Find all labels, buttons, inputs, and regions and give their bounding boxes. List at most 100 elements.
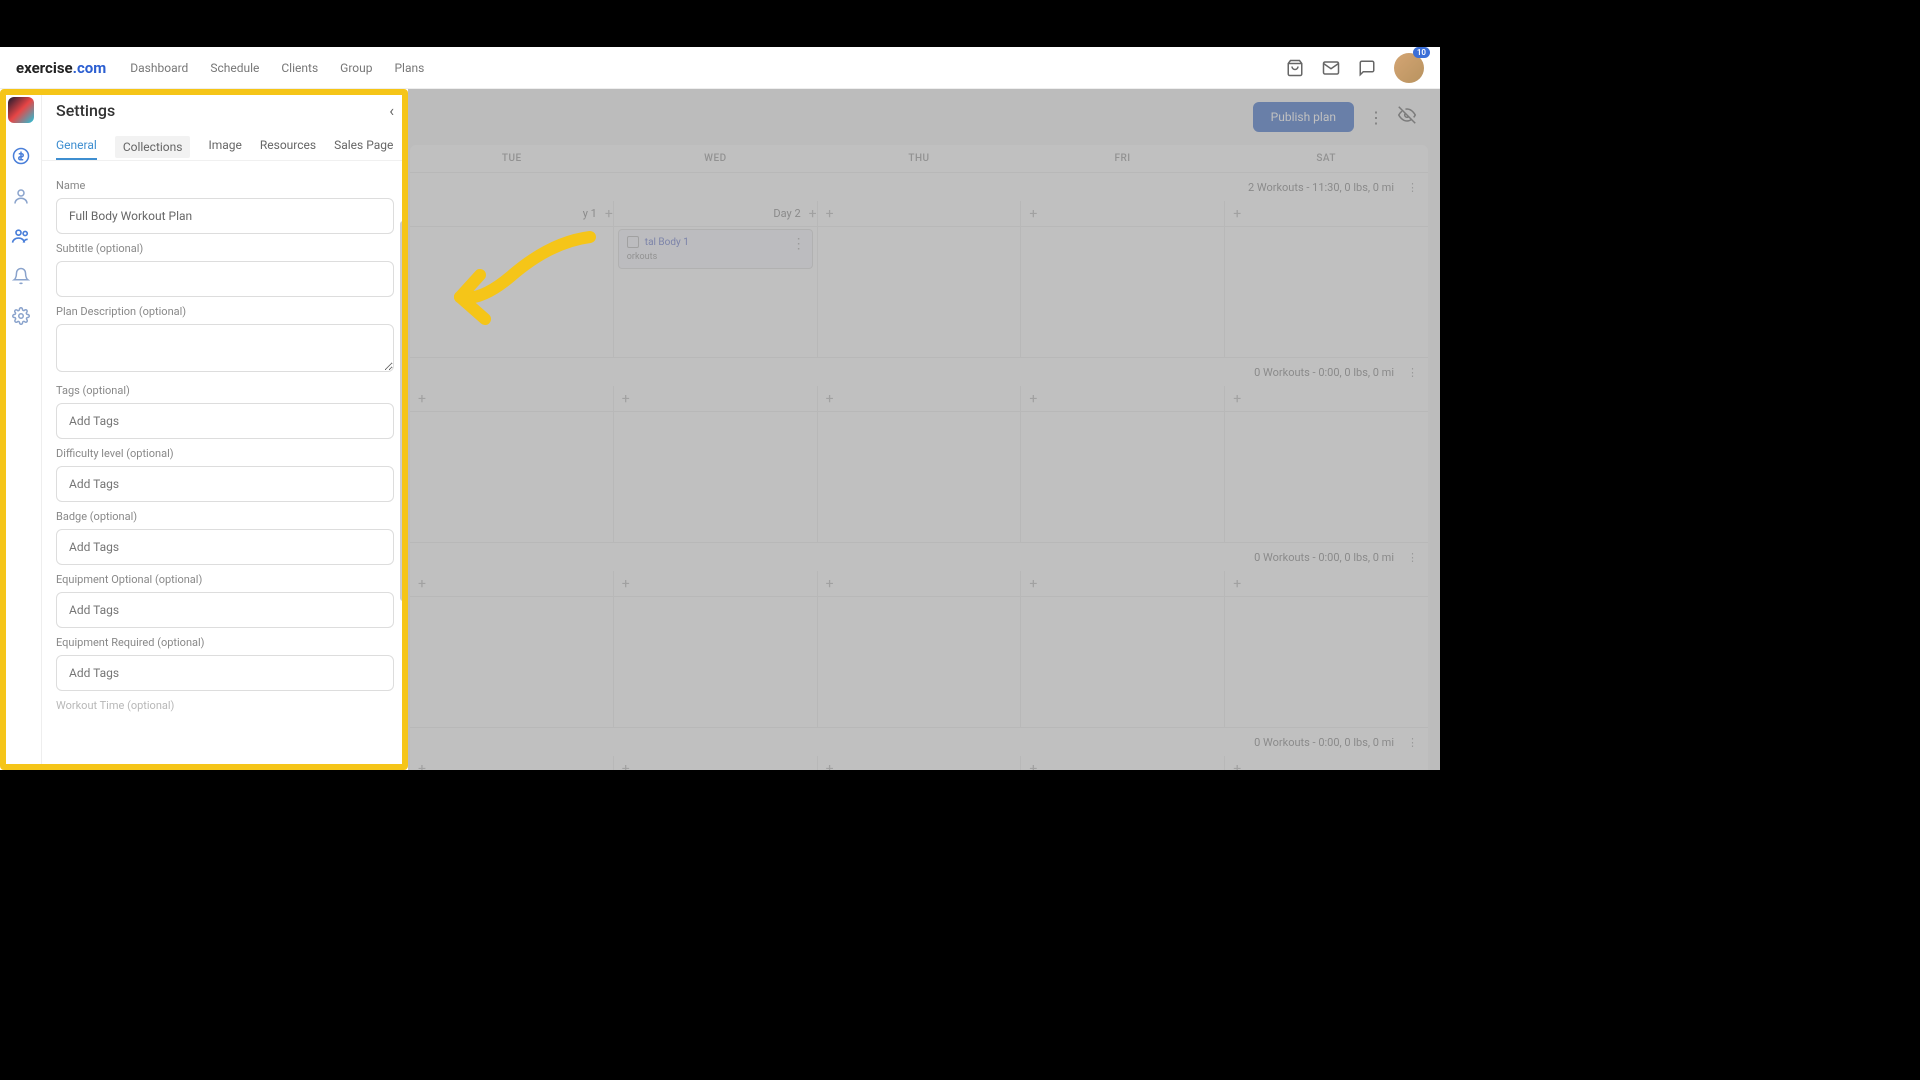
- tab-image[interactable]: Image: [208, 138, 241, 160]
- topbar-right: 10: [1286, 53, 1424, 83]
- add-icon[interactable]: +: [1233, 206, 1241, 222]
- publish-plan-button[interactable]: Publish plan: [1253, 102, 1354, 132]
- panel-body: Settings ‹ General Collections Image Res…: [42, 89, 408, 770]
- badge-input[interactable]: [56, 529, 394, 565]
- workout-title: tal Body 1: [645, 237, 689, 248]
- subtitle-input[interactable]: [56, 261, 394, 297]
- drag-icon[interactable]: ⋮: [410, 237, 412, 256]
- day-cell[interactable]: [1224, 597, 1428, 727]
- week-summary: 0 Workouts - 0:00, 0 lbs, 0 mi ⋮: [410, 728, 1428, 756]
- workout-card[interactable]: tal Body 1 orkouts ⋮: [618, 229, 813, 269]
- add-icon[interactable]: +: [418, 391, 426, 407]
- vertical-rail: [0, 89, 42, 770]
- calendar: TUE WED THU FRI SAT 2 Workouts - 11:30, …: [410, 145, 1428, 783]
- add-icon[interactable]: +: [622, 576, 630, 592]
- week-block: 0 Workouts - 0:00, 0 lbs, 0 mi ⋮ + + + +…: [410, 543, 1428, 728]
- day-cell[interactable]: [817, 227, 1021, 357]
- nav-schedule[interactable]: Schedule: [210, 61, 259, 75]
- week-summary: 0 Workouts - 0:00, 0 lbs, 0 mi ⋮: [410, 543, 1428, 571]
- chat-icon[interactable]: [1358, 59, 1376, 77]
- calendar-header: TUE WED THU FRI SAT: [410, 145, 1428, 173]
- add-icon[interactable]: +: [418, 576, 426, 592]
- panel-header: Settings ‹: [42, 89, 408, 131]
- workout-time-label: Workout Time (optional): [56, 699, 394, 712]
- badge-label: Badge (optional): [56, 510, 394, 523]
- shopping-bag-icon[interactable]: [1286, 59, 1304, 77]
- day-cell[interactable]: ⋮: [410, 227, 613, 357]
- add-icon[interactable]: +: [826, 206, 834, 222]
- tags-input[interactable]: [56, 403, 394, 439]
- visibility-off-icon[interactable]: [1398, 106, 1416, 128]
- group-icon[interactable]: [10, 225, 32, 247]
- topbar: exercise.com Dashboard Schedule Clients …: [0, 47, 1440, 89]
- add-icon[interactable]: +: [622, 391, 630, 407]
- tab-resources[interactable]: Resources: [260, 138, 316, 160]
- scrollbar[interactable]: [400, 221, 406, 601]
- day-cell[interactable]: [410, 412, 613, 542]
- add-icon[interactable]: +: [826, 391, 834, 407]
- app-window: exercise.com Dashboard Schedule Clients …: [0, 47, 1440, 770]
- tab-general[interactable]: General: [56, 138, 97, 160]
- day-cell[interactable]: [1020, 227, 1224, 357]
- day-cell[interactable]: [613, 597, 817, 727]
- day-header-sat: SAT: [1224, 153, 1428, 164]
- notification-badge: 10: [1413, 47, 1430, 58]
- day-cell[interactable]: [613, 412, 817, 542]
- tab-collections[interactable]: Collections: [115, 136, 191, 158]
- day-cell[interactable]: [410, 597, 613, 727]
- add-icon[interactable]: +: [809, 206, 817, 222]
- add-icon[interactable]: +: [605, 206, 613, 222]
- equipment-required-input[interactable]: [56, 655, 394, 691]
- difficulty-input[interactable]: [56, 466, 394, 502]
- add-icon[interactable]: +: [826, 576, 834, 592]
- add-icon[interactable]: +: [1233, 391, 1241, 407]
- description-textarea[interactable]: [56, 324, 394, 372]
- day-cell[interactable]: tal Body 1 orkouts ⋮: [613, 227, 817, 357]
- equipment-optional-input[interactable]: [56, 592, 394, 628]
- week-more-icon[interactable]: ⋮: [1407, 551, 1418, 564]
- subtitle-label: Subtitle (optional): [56, 242, 394, 255]
- name-input[interactable]: [56, 198, 394, 234]
- mail-icon[interactable]: [1322, 59, 1340, 77]
- dollar-icon[interactable]: [10, 145, 32, 167]
- day-header-thu: THU: [817, 153, 1021, 164]
- settings-tabs: General Collections Image Resources Sale…: [42, 131, 408, 161]
- nav-dashboard[interactable]: Dashboard: [130, 61, 188, 75]
- panel-title: Settings: [56, 101, 115, 120]
- nav-group[interactable]: Group: [340, 61, 372, 75]
- week-more-icon[interactable]: ⋮: [1407, 736, 1418, 749]
- week-more-icon[interactable]: ⋮: [1407, 366, 1418, 379]
- day-label: Day 2: [773, 207, 800, 220]
- person-icon[interactable]: [10, 185, 32, 207]
- day-cell[interactable]: [1224, 412, 1428, 542]
- week-block: 0 Workouts - 0:00, 0 lbs, 0 mi ⋮ + + + +…: [410, 358, 1428, 543]
- bell-icon[interactable]: [10, 265, 32, 287]
- card-more-icon[interactable]: ⋮: [792, 236, 806, 252]
- nav-clients[interactable]: Clients: [281, 61, 318, 75]
- add-icon[interactable]: +: [1029, 576, 1037, 592]
- week-summary: 2 Workouts - 11:30, 0 lbs, 0 mi ⋮: [410, 173, 1428, 201]
- add-icon[interactable]: +: [1029, 206, 1037, 222]
- equipment-required-label: Equipment Required (optional): [56, 636, 394, 649]
- day-cell[interactable]: [1020, 597, 1224, 727]
- avatar[interactable]: 10: [1394, 53, 1424, 83]
- add-icon[interactable]: +: [1029, 391, 1037, 407]
- nav-plans[interactable]: Plans: [394, 61, 424, 75]
- app-logo-icon[interactable]: [8, 97, 34, 123]
- day-cell[interactable]: [1020, 412, 1224, 542]
- chevron-left-icon[interactable]: ‹: [389, 101, 394, 120]
- add-icon[interactable]: +: [1233, 576, 1241, 592]
- week-more-icon[interactable]: ⋮: [1407, 181, 1418, 194]
- day-cell[interactable]: [817, 597, 1021, 727]
- checkbox[interactable]: [627, 236, 639, 248]
- more-icon[interactable]: ⋮: [1368, 108, 1384, 127]
- tab-sales-page[interactable]: Sales Page: [334, 138, 393, 160]
- day-cell[interactable]: [1224, 227, 1428, 357]
- day-cell[interactable]: [817, 412, 1021, 542]
- week-block: 2 Workouts - 11:30, 0 lbs, 0 mi ⋮ y 1 + D…: [410, 173, 1428, 358]
- gear-icon[interactable]: [10, 305, 32, 327]
- tags-label: Tags (optional): [56, 384, 394, 397]
- day-header-wed: WED: [614, 153, 818, 164]
- name-label: Name: [56, 179, 394, 192]
- day-label: y 1: [583, 207, 597, 220]
